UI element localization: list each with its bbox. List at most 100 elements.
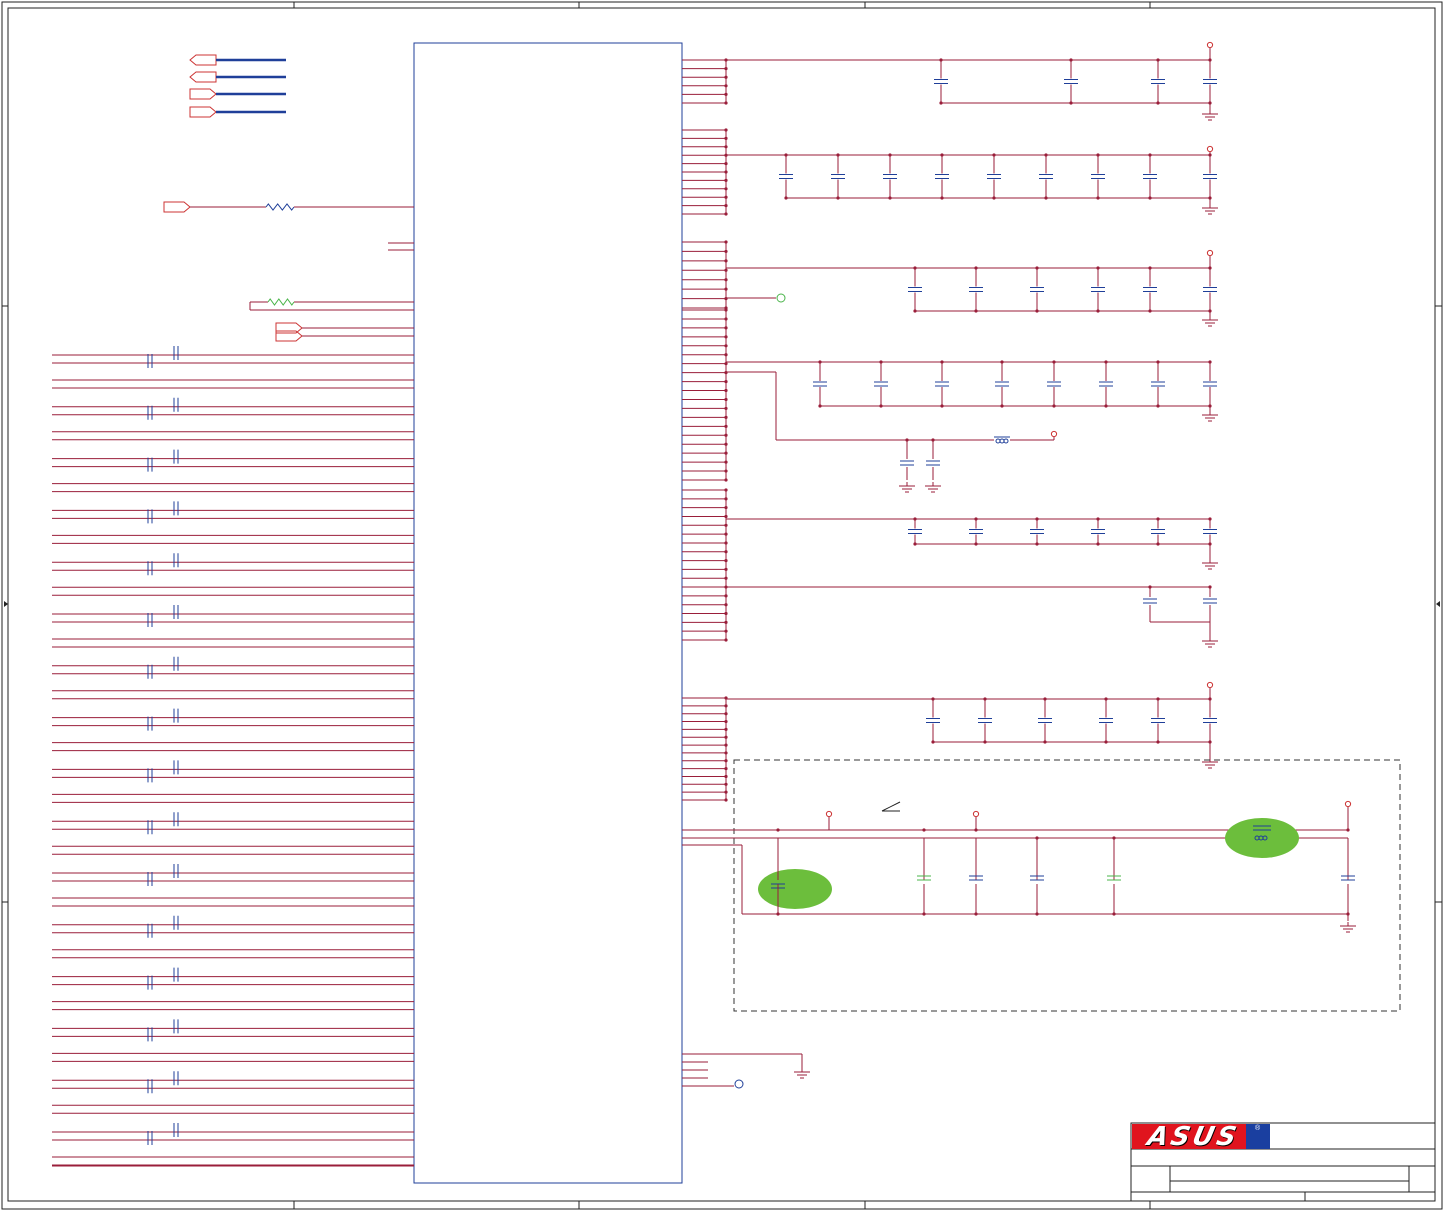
capacitor-icon [926, 718, 940, 723]
resistor-icon [265, 203, 295, 211]
power-pin-icon [972, 810, 980, 818]
capacitor-icon [173, 553, 179, 568]
port-icon [189, 54, 217, 66]
capacitor-icon [173, 605, 179, 619]
capacitor-icon [173, 1071, 179, 1086]
capacitor-icon [1151, 79, 1165, 84]
capacitor-icon [173, 915, 179, 930]
capacitor-icon [147, 354, 153, 368]
resistor-icon [267, 298, 295, 306]
logo-wordmark: ASUS [1144, 1124, 1242, 1149]
capacitor-icon [779, 174, 793, 179]
test-point-icon [734, 1079, 744, 1089]
ground-icon [1202, 204, 1218, 215]
power-pin-icon [1344, 800, 1352, 808]
ground-icon [1202, 316, 1218, 327]
capacitor-icon [1099, 381, 1113, 387]
capacitor-icon [147, 716, 153, 731]
highlight-ellipse [1225, 818, 1299, 858]
ic-outline [413, 42, 683, 1184]
power-pin-icon [1206, 41, 1214, 49]
asus-logo: ASUS ® [1132, 1124, 1270, 1149]
capacitor-icon [1203, 381, 1217, 387]
capacitor-icon [173, 760, 179, 775]
port-icon [189, 106, 217, 118]
capacitor-icon [908, 287, 922, 292]
capacitor-icon [173, 1123, 179, 1137]
capacitor-icon [1091, 287, 1105, 292]
capacitor-icon [969, 287, 983, 292]
capacitor-icon [995, 381, 1009, 387]
capacitor-icon [935, 174, 949, 179]
ground-icon [1340, 922, 1356, 933]
left-signal-wires [52, 346, 414, 1167]
capacitor-icon [147, 405, 153, 420]
capacitor-icon [883, 174, 897, 179]
capacitor-icon [1203, 79, 1217, 84]
capacitor-icon [147, 1131, 153, 1145]
coil [999, 438, 1005, 444]
capacitor-icon [1091, 529, 1105, 534]
capacitor-icon [934, 79, 948, 84]
capacitor-icon [987, 174, 1001, 179]
capacitor-icon [1030, 287, 1044, 292]
dashed-power-region [682, 759, 1401, 1012]
capacitor-icon [173, 1019, 179, 1034]
dashed-region-outline [733, 759, 1401, 1012]
capacitor-icon [1203, 529, 1217, 534]
power-pin-icon [1206, 145, 1214, 153]
capacitor-icon [1039, 174, 1053, 179]
capacitor-icon [147, 509, 153, 524]
capacitor-icon [1038, 718, 1052, 723]
ground-icon [1202, 559, 1218, 570]
capacitor-icon [1099, 718, 1113, 723]
capacitor-icon [1030, 529, 1044, 534]
junction-dot [1112, 912, 1116, 916]
zone-arrow [1436, 601, 1440, 607]
port-icon [189, 88, 217, 100]
capacitor-icon [173, 501, 179, 516]
capacitor-icon [813, 381, 827, 387]
power-pin-icon [1206, 249, 1214, 257]
power-pin-icon [1206, 681, 1214, 689]
capacitor-icon [173, 967, 179, 982]
power-pin-icon [1050, 430, 1058, 438]
capacitor-icon [874, 381, 888, 387]
ground-icon [794, 1068, 810, 1079]
capacitor-icon [1203, 718, 1217, 723]
capacitor-icon [1151, 381, 1165, 387]
capacitor-icon [1143, 287, 1157, 292]
capacitor-icon [173, 708, 179, 723]
registered-mark: ® [1255, 1125, 1261, 1132]
capacitor-icon [147, 1027, 153, 1042]
junction-dot [922, 828, 926, 832]
ground-icon [1202, 411, 1218, 422]
power-pin-icon [825, 810, 833, 818]
capacitor-icon [1203, 598, 1217, 604]
jumper-mark [881, 801, 901, 812]
port-icon [163, 201, 191, 213]
decoupling-capacitor-banks [726, 41, 1218, 769]
junction-dot [776, 828, 780, 832]
highlight-ellipse [758, 869, 832, 909]
port-icon [189, 71, 217, 83]
capacitor-icon [978, 718, 992, 723]
inductor-icon [994, 436, 1010, 444]
capacitor-icon [1064, 79, 1078, 84]
schematic-sheet [1, 1, 1443, 1210]
capacitor-icon [1143, 174, 1157, 179]
coil [1003, 438, 1009, 444]
capacitor-icon [173, 812, 179, 827]
capacitor-icon [1143, 598, 1157, 604]
capacitor-icon [926, 460, 940, 466]
junction-dot [922, 912, 926, 916]
junction-dot [1035, 912, 1039, 916]
capacitor-icon [908, 529, 922, 534]
capacitor-icon [935, 381, 949, 387]
top-left-ports [163, 54, 414, 342]
ic-body [413, 42, 683, 1184]
capacitor-icon [1203, 174, 1217, 179]
capacitor-icon [1151, 718, 1165, 723]
capacitor-icon [900, 460, 914, 466]
capacitor-icon [147, 664, 153, 679]
